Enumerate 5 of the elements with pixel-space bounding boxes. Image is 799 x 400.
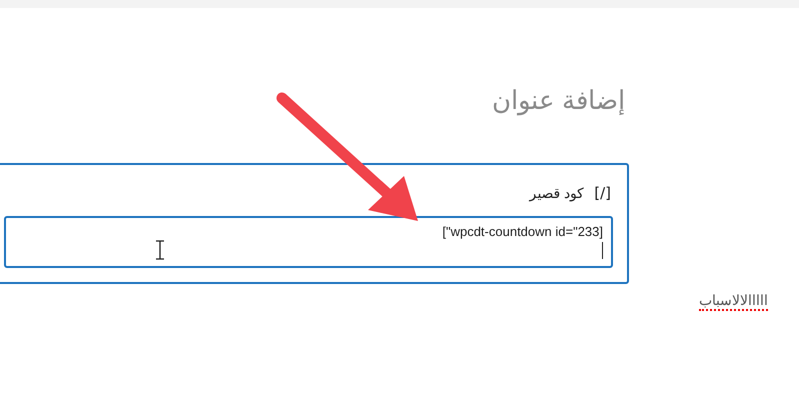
paragraph-text: ااااالالاسباب — [699, 292, 768, 311]
shortcode-field[interactable]: ["wpcdt-countdown id="233] — [4, 216, 613, 268]
shortcode-icon: [/] — [594, 184, 611, 202]
text-cursor-icon — [155, 240, 165, 260]
block-label: كود قصير — [529, 185, 584, 201]
